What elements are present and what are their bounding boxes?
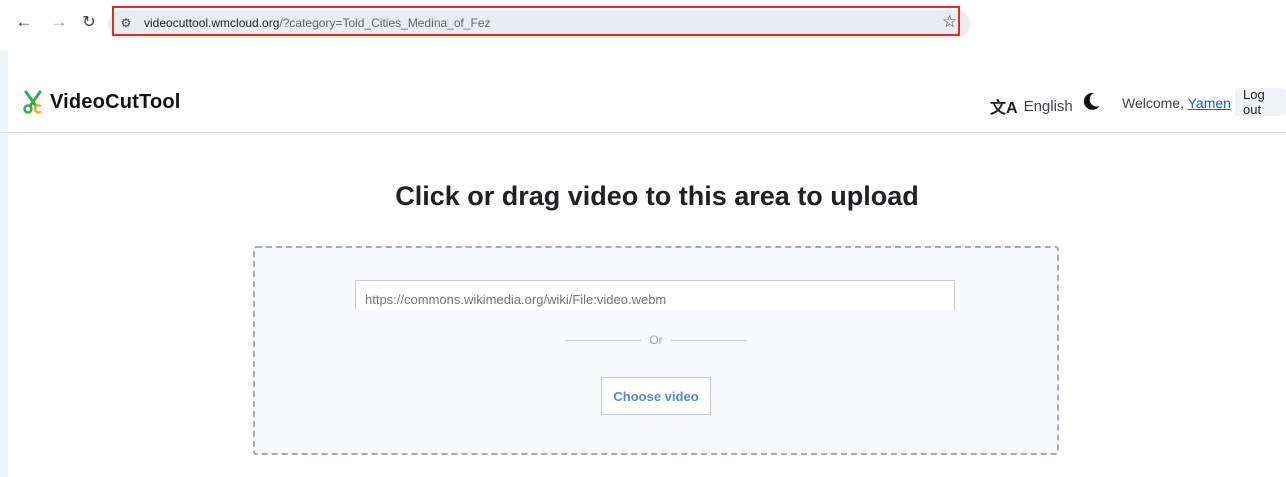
upload-dropzone[interactable] xyxy=(253,246,1059,455)
video-url-input[interactable] xyxy=(355,280,955,310)
or-label: Or xyxy=(649,333,663,347)
language-selector[interactable]: 文A English xyxy=(990,94,1073,118)
arrow-right-icon: → xyxy=(50,12,68,31)
reload-icon: ↻ xyxy=(82,14,96,31)
url-path: /?category=Told_Cities_Medina_of_Fez xyxy=(279,16,491,30)
url-domain: videocuttool.wmcloud.org xyxy=(144,16,280,30)
app-header: VideoCutTool 文A English Welcome, Yamen L… xyxy=(0,72,1286,133)
arrow-left-icon: ← xyxy=(15,12,33,31)
address-url[interactable]: videocuttool.wmcloud.org/?category=Told_… xyxy=(144,16,491,30)
welcome-prefix: Welcome, xyxy=(1122,95,1188,111)
scissors-logo-icon xyxy=(23,90,42,114)
browser-toolbar: ← → ↻ ⚙ videocuttool.wmcloud.org/?catego… xyxy=(0,0,1286,50)
or-divider: Or xyxy=(565,333,747,347)
tune-icon: ⚙ xyxy=(120,16,132,30)
upload-heading: Click or drag video to this area to uplo… xyxy=(395,181,919,211)
bookmark-button[interactable]: ☆ xyxy=(942,12,957,32)
moon-icon[interactable] xyxy=(1080,90,1102,112)
username-link[interactable]: Yamen xyxy=(1188,95,1231,111)
reload-button[interactable]: ↻ xyxy=(80,13,98,31)
logout-button[interactable]: Log out xyxy=(1235,87,1286,117)
choose-video-button[interactable]: Choose video xyxy=(601,377,711,415)
app-logo[interactable]: VideoCutTool xyxy=(22,90,181,114)
divider-line-right xyxy=(670,340,747,341)
app-name: VideoCutTool xyxy=(50,90,181,113)
star-icon: ☆ xyxy=(942,12,958,31)
translate-icon: 文A xyxy=(990,100,1018,117)
forward-button[interactable]: → xyxy=(50,12,68,31)
site-info-button[interactable]: ⚙ xyxy=(118,15,134,31)
back-button[interactable]: ← xyxy=(15,12,33,31)
language-label: English xyxy=(1023,97,1073,115)
welcome-text: Welcome, Yamen xyxy=(1122,95,1231,111)
divider-line-left xyxy=(565,340,642,341)
